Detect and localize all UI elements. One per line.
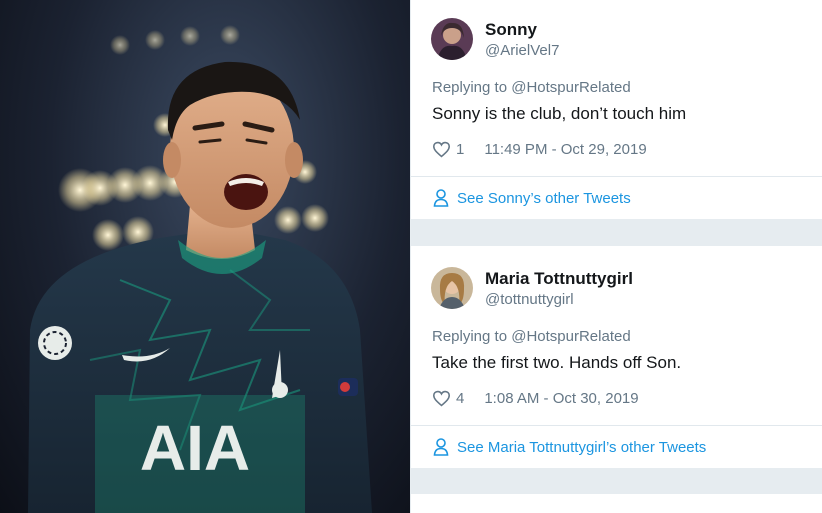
replying-to-mention[interactable]: @HotspurRelated: [511, 79, 630, 96]
tweet-meta: 4 1:08 AM - Oct 30, 2019: [432, 390, 639, 407]
avatar[interactable]: [431, 18, 473, 60]
tweet-card: Sonny @ArielVel7 Replying to @HotspurRel…: [411, 0, 822, 219]
display-name[interactable]: Maria Tottnuttygirl: [485, 269, 633, 289]
display-name[interactable]: Sonny: [485, 20, 537, 40]
user-avatar-icon: [431, 18, 473, 60]
see-other-tweets-link[interactable]: See Maria Tottnuttygirl’s other Tweets: [433, 438, 706, 456]
shirt-sponsor-text: AIA: [140, 412, 250, 484]
replying-to-label: Replying to: [432, 328, 512, 345]
replying-to: Replying to @HotspurRelated: [432, 79, 631, 96]
tweet-meta: 1 11:49 PM - Oct 29, 2019: [432, 141, 647, 158]
like-count: 1: [456, 141, 465, 158]
heart-icon[interactable]: [432, 141, 451, 158]
tweets-panel: Sonny @ArielVel7 Replying to @HotspurRel…: [410, 0, 822, 513]
heart-icon[interactable]: [432, 390, 451, 407]
like-count: 4: [456, 390, 465, 407]
avatar[interactable]: [431, 267, 473, 309]
replying-to: Replying to @HotspurRelated: [432, 328, 631, 345]
user-handle[interactable]: @ArielVel7: [485, 42, 559, 59]
timestamp[interactable]: 11:49 PM - Oct 29, 2019: [484, 141, 646, 158]
tweet-card: Maria Tottnuttygirl @tottnuttygirl Reply…: [411, 246, 822, 468]
tweet-text: Sonny is the club, don’t touch him: [432, 104, 687, 123]
tweet-text: Take the first two. Hands off Son.: [432, 353, 682, 372]
card-footer: See Maria Tottnuttygirl’s other Tweets: [411, 425, 822, 468]
replying-to-mention[interactable]: @HotspurRelated: [511, 328, 630, 345]
see-other-tweets-link[interactable]: See Sonny’s other Tweets: [433, 189, 631, 207]
person-icon: [433, 189, 449, 207]
user-handle[interactable]: @tottnuttygirl: [485, 291, 574, 308]
player-photo: AIA: [0, 0, 410, 513]
see-other-tweets-label: See Sonny’s other Tweets: [457, 189, 631, 207]
card-footer: See Sonny’s other Tweets: [411, 176, 822, 219]
football-player-photo-icon: AIA: [28, 25, 372, 513]
tweet-card-partial: [411, 494, 822, 513]
person-icon: [433, 438, 449, 456]
replying-to-label: Replying to: [432, 79, 512, 96]
timestamp[interactable]: 1:08 AM - Oct 30, 2019: [484, 390, 638, 407]
see-other-tweets-label: See Maria Tottnuttygirl’s other Tweets: [457, 438, 707, 456]
user-avatar-icon: [431, 267, 473, 309]
